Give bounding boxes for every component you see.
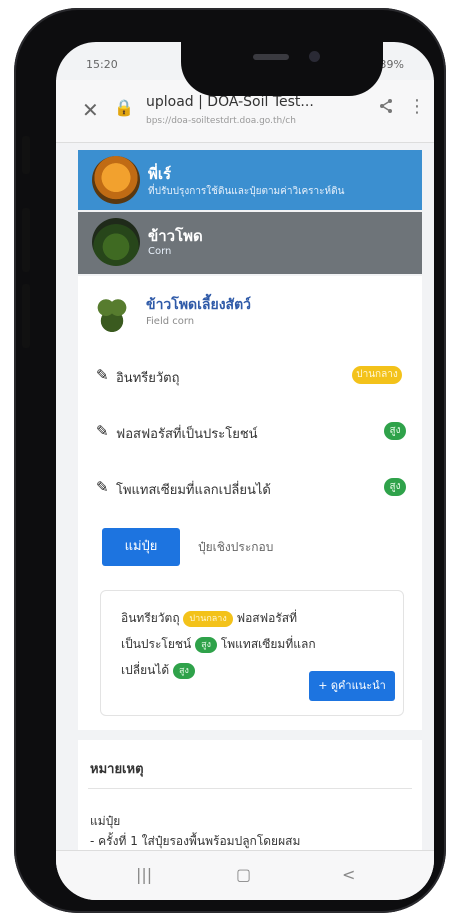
home-icon[interactable]: ▢ [236,865,251,884]
card-text: อินทรียวัตถุ [121,611,180,625]
status-time: 15:20 [86,58,118,71]
list-item-label: ฟอสฟอรัสที่เป็นประโยชน์ [116,427,258,442]
page-title: upload | DOA-Soil Test... [146,94,314,110]
crop-detail-row[interactable]: ข้าวโพดเลี้ยงสัตว์ Field corn [78,276,422,349]
menu-icon[interactable]: ⋮ [408,96,426,117]
list-item-potassium[interactable]: ✎ โพแทสเซียมที่แลกเปลี่ยนได้ สูง [78,460,422,517]
back-icon[interactable]: < [342,865,355,884]
side-button [22,136,30,174]
notch [181,42,383,96]
list-item-organic-matter[interactable]: ✎ อินทรียวัตถุ ปานกลาง [78,348,422,405]
status-badge: สูง [195,636,217,653]
android-nav-bar: ||| ▢ < [56,850,434,900]
fertilizer-tabs: แม่ปุ๋ย ปุ๋ยเชิงประกอบ [78,514,422,580]
pencil-icon: ✎ [96,366,109,384]
crop-name: ข้าวโพด [148,227,203,245]
notes-line: แม่ปุ๋ย [90,814,121,828]
notes-line: - ครั้งที่ 1 ใส่ปุ๋ยรองพื้นพร้อมปลูกโดยผ… [90,834,301,848]
speaker [253,54,289,60]
notes-section: หมายเหตุ แม่ปุ๋ย - ครั้งที่ 1 ใส่ปุ๋ยรอง… [78,740,422,860]
close-icon[interactable]: ✕ [82,98,99,122]
camera [309,51,320,62]
phone-screen: 15:20 ..ıl 39% ✕ 🔒 upload | DOA-Soil Tes… [56,42,434,900]
tab-compound-fertilizer[interactable]: ปุ๋ยเชิงประกอบ [198,538,273,557]
crop-subtitle: Corn [148,246,172,257]
user-header[interactable]: พี่เร์ ที่ปรับปรุงการใช้ดินและปุ๋ยตามค่า… [78,150,422,210]
pencil-icon: ✎ [96,478,109,496]
status-badge: สูง [384,478,406,496]
card-line-3: เปลี่ยนได้ สูง [121,661,195,680]
status-badge: สูง [384,422,406,440]
corn-avatar [92,218,140,266]
lock-icon[interactable]: 🔒 [114,98,134,117]
crop-header[interactable]: ข้าวโพด Corn [78,212,422,274]
volume-down-button [22,284,30,348]
status-badge: ปานกลาง [183,610,233,627]
card-text: โพแทสเซียมที่แลก [220,637,316,651]
card-line-2: เป็นประโยชน์ สูง โพแทสเซียมที่แลก [121,635,316,654]
recent-apps-icon[interactable]: ||| [136,865,152,884]
recommendation-section: อินทรียวัตถุ ปานกลาง ฟอสฟอรัสที่ เป็นประ… [78,580,422,730]
list-item-label: โพแทสเซียมที่แลกเปลี่ยนได้ [116,483,271,498]
crop-detail-name: ข้าวโพดเลี้ยงสัตว์ [146,297,252,313]
card-text: ฟอสฟอรัสที่ [236,611,298,625]
card-text: เปลี่ยนได้ [121,663,170,677]
user-subtitle: ที่ปรับปรุงการใช้ดินและปุ๋ยตามค่าวิเคราะ… [148,186,345,197]
plant-icon [92,290,132,334]
card-text: เป็นประโยชน์ [121,637,192,651]
crop-detail-subtitle: Field corn [146,316,195,327]
status-badge: ปานกลาง [352,366,402,384]
page-url[interactable]: bps://doa-soiltestdrt.doa.go.th/ch [146,116,336,126]
list-item-label: อินทรียวัตถุ [116,371,180,386]
flower-avatar [92,156,140,204]
status-badge: สูง [172,662,195,679]
recommendation-card: อินทรียวัตถุ ปานกลาง ฟอสฟอรัสที่ เป็นประ… [100,590,404,716]
user-name: พี่เร์ [148,165,172,183]
phone-frame: 15:20 ..ıl 39% ✕ 🔒 upload | DOA-Soil Tes… [14,8,446,913]
page-content: พี่เร์ ที่ปรับปรุงการใช้ดินและปุ๋ยตามค่า… [78,150,422,860]
pencil-icon: ✎ [96,422,109,440]
list-item-phosphorus[interactable]: ✎ ฟอสฟอรัสที่เป็นประโยชน์ สูง [78,404,422,461]
notes-title: หมายเหตุ [90,762,144,777]
tab-primary-fertilizer[interactable]: แม่ปุ๋ย [102,528,180,566]
view-recommendation-button[interactable]: + ดูคำแนะนำ [309,671,395,701]
volume-up-button [22,208,30,272]
divider [88,788,412,789]
card-line-1: อินทรียวัตถุ ปานกลาง ฟอสฟอรัสที่ [121,609,297,628]
share-icon[interactable] [378,98,394,119]
